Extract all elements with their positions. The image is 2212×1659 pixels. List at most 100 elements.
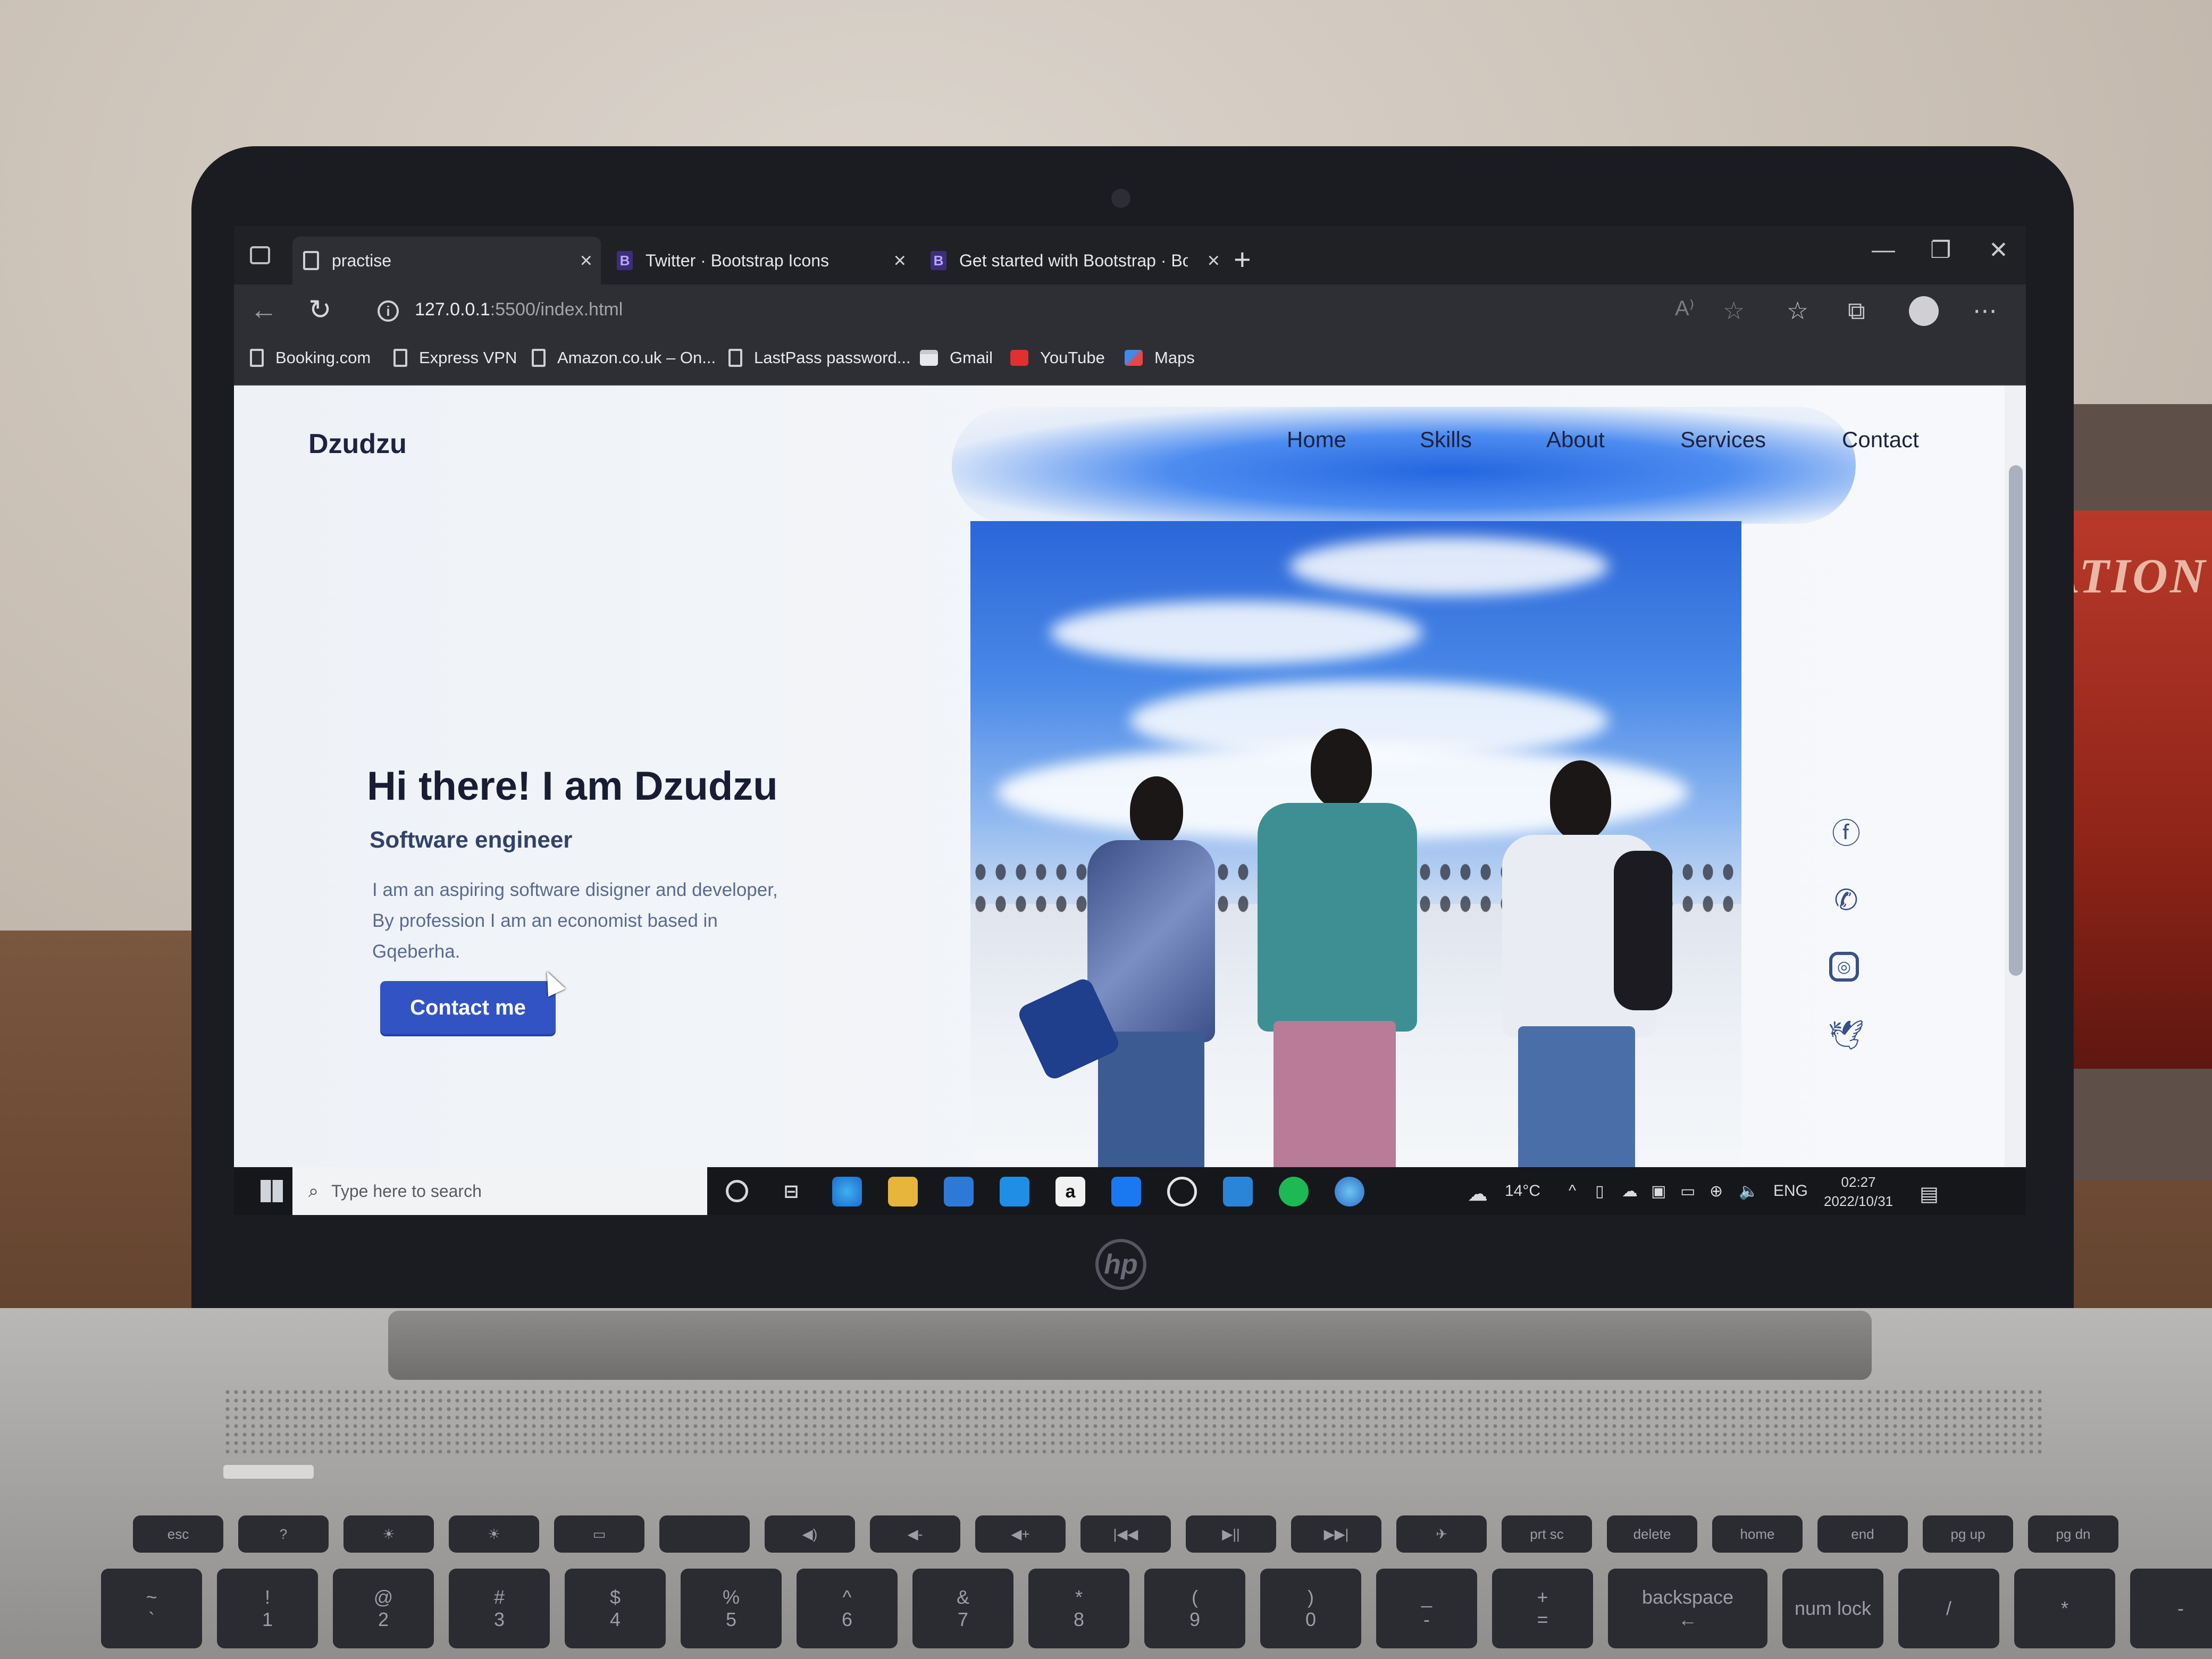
site-info-icon[interactable]: i	[378, 300, 399, 322]
favorites-icon[interactable]: ☆	[1787, 296, 1808, 325]
close-window-button[interactable]: ✕	[1989, 237, 2008, 264]
url-field[interactable]: 127.0.0.1:5500/index.html	[415, 299, 623, 320]
spotify-icon[interactable]	[1279, 1177, 1309, 1206]
app-icon[interactable]	[1167, 1177, 1197, 1206]
tab-twitter-bootstrap-icons[interactable]: B Twitter · Bootstrap Icons ×	[606, 237, 915, 284]
more-icon[interactable]: ⋯	[1973, 296, 1997, 325]
close-tab-icon[interactable]: ×	[580, 249, 592, 273]
keyboard-key[interactable]: ^ 6	[797, 1569, 898, 1648]
tab-practise[interactable]: practise ×	[292, 237, 601, 284]
store-icon[interactable]	[944, 1177, 974, 1206]
display-icon[interactable]: ▣	[1651, 1182, 1666, 1201]
keyboard-key[interactable]: & 7	[912, 1569, 1013, 1648]
bookmark-gmail[interactable]: Gmail	[920, 348, 993, 367]
function-key[interactable]: ▭	[554, 1515, 644, 1553]
minimize-button[interactable]: —	[1872, 237, 1895, 263]
function-key[interactable]: ☀	[343, 1515, 434, 1553]
page-scrollbar[interactable]	[2005, 386, 2026, 1167]
instagram-icon[interactable]: ◎	[1829, 952, 1859, 982]
volume-icon[interactable]: 🔈	[1739, 1182, 1758, 1201]
function-key[interactable]: ▶▶|	[1291, 1515, 1381, 1553]
function-key[interactable]: ◀)	[765, 1515, 855, 1553]
taskbar-search-input[interactable]: ⌕ Type here to search	[292, 1167, 707, 1215]
function-key[interactable]: delete	[1607, 1515, 1697, 1553]
bookmark-booking[interactable]: Booking.com	[250, 348, 371, 367]
function-key[interactable]: ◀-	[870, 1515, 960, 1553]
taskbar-clock[interactable]: 02:27 2022/10/31	[1824, 1172, 1893, 1211]
keyboard-key[interactable]: #3	[449, 1569, 550, 1648]
bookmark-youtube[interactable]: YouTube	[1010, 348, 1105, 367]
collections-icon[interactable]: ⧉	[1848, 296, 1865, 326]
keyboard-key[interactable]: $4	[565, 1569, 666, 1648]
keyboard-key[interactable]: (9	[1144, 1569, 1245, 1648]
refresh-icon[interactable]: ↻	[308, 294, 332, 326]
whatsapp-icon[interactable]: ✆	[1829, 883, 1863, 917]
keyboard-key[interactable]: _ -	[1376, 1569, 1477, 1648]
favorite-add-icon[interactable]: ☆	[1723, 296, 1745, 325]
file-explorer-icon[interactable]	[888, 1177, 918, 1206]
function-key[interactable]: |◀◀	[1080, 1515, 1171, 1553]
language-indicator[interactable]: ENG	[1773, 1182, 1808, 1200]
function-key[interactable]: ☀	[449, 1515, 539, 1553]
restore-button[interactable]: ❐	[1930, 237, 1951, 264]
tray-expand-icon[interactable]: ^	[1569, 1182, 1576, 1200]
keyboard-key[interactable]: /	[1898, 1569, 1999, 1648]
twitter-icon[interactable]: 🕊	[1828, 1018, 1865, 1052]
weather-cloud-icon[interactable]: ☁	[1468, 1182, 1488, 1206]
keyboard-key[interactable]: % 5	[681, 1569, 782, 1648]
back-arrow-icon[interactable]: ←	[250, 294, 278, 326]
cortana-icon[interactable]	[726, 1180, 748, 1202]
function-key[interactable]: prt sc	[1502, 1515, 1592, 1553]
nav-home[interactable]: Home	[1287, 427, 1346, 453]
profile-icon[interactable]	[1909, 296, 1939, 326]
keyboard-key[interactable]: * 8	[1028, 1569, 1129, 1648]
keyboard-key[interactable]: @2	[333, 1569, 434, 1648]
amazon-icon[interactable]: a	[1055, 1177, 1085, 1206]
windows-start-icon[interactable]	[261, 1180, 283, 1202]
tab-actions-icon[interactable]	[250, 246, 270, 264]
function-key[interactable]	[659, 1515, 750, 1553]
site-brand[interactable]: Dzudzu	[308, 428, 407, 460]
function-key[interactable]: ▶||	[1186, 1515, 1276, 1553]
facebook-icon[interactable]: ⓕ	[1829, 814, 1863, 850]
nav-services[interactable]: Services	[1680, 427, 1766, 453]
keyboard-key[interactable]: *	[2014, 1569, 2115, 1648]
bookmark-express-vpn[interactable]: Express VPN	[393, 348, 517, 367]
nav-skills[interactable]: Skills	[1420, 427, 1472, 453]
vscode-icon[interactable]	[1223, 1177, 1253, 1206]
keyboard-key[interactable]: -	[2130, 1569, 2212, 1648]
function-key[interactable]: pg up	[1923, 1515, 2013, 1553]
dropbox-icon[interactable]	[1111, 1177, 1141, 1206]
close-tab-icon[interactable]: ×	[1208, 249, 1220, 273]
notifications-icon[interactable]: ▤	[1920, 1182, 1939, 1206]
network-icon[interactable]: ⊕	[1710, 1182, 1723, 1201]
function-key[interactable]: home	[1712, 1515, 1803, 1553]
keyboard-key[interactable]: ) 0	[1260, 1569, 1361, 1648]
function-key[interactable]: end	[1817, 1515, 1908, 1553]
read-aloud-icon[interactable]: A⁾	[1675, 296, 1695, 321]
new-tab-button[interactable]: +	[1234, 242, 1251, 276]
function-key[interactable]: pg dn	[2028, 1515, 2118, 1553]
nav-about[interactable]: About	[1546, 427, 1605, 453]
browser-icon[interactable]	[1335, 1177, 1364, 1206]
function-key[interactable]: ?	[238, 1515, 329, 1553]
battery-icon[interactable]: ▭	[1680, 1182, 1695, 1201]
function-key[interactable]: ✈	[1396, 1515, 1487, 1553]
edge-icon[interactable]	[832, 1177, 862, 1206]
task-view-icon[interactable]: ⊟	[776, 1177, 806, 1206]
bookmark-lastpass[interactable]: LastPass password...	[728, 348, 911, 367]
device-icon[interactable]: ▯	[1595, 1182, 1604, 1201]
keyboard-key[interactable]: + =	[1492, 1569, 1593, 1648]
onedrive-icon[interactable]: ☁	[1622, 1182, 1638, 1201]
close-tab-icon[interactable]: ×	[894, 249, 906, 273]
keyboard-key[interactable]: ! 1	[217, 1569, 318, 1648]
tab-get-started-bootstrap[interactable]: B Get started with Bootstrap · Boo ×	[920, 237, 1228, 284]
contact-me-button[interactable]: Contact me	[380, 981, 556, 1034]
nav-contact[interactable]: Contact	[1842, 427, 1919, 453]
bookmark-maps[interactable]: Maps	[1125, 348, 1195, 367]
bookmark-amazon[interactable]: Amazon.co.uk – On...	[532, 348, 716, 367]
keyboard-key[interactable]: backspace ←	[1608, 1569, 1767, 1648]
scrollbar-thumb[interactable]	[2009, 465, 2023, 976]
keyboard-key[interactable]: ~ `	[101, 1569, 202, 1648]
weather-temp[interactable]: 14°C	[1505, 1182, 1540, 1200]
